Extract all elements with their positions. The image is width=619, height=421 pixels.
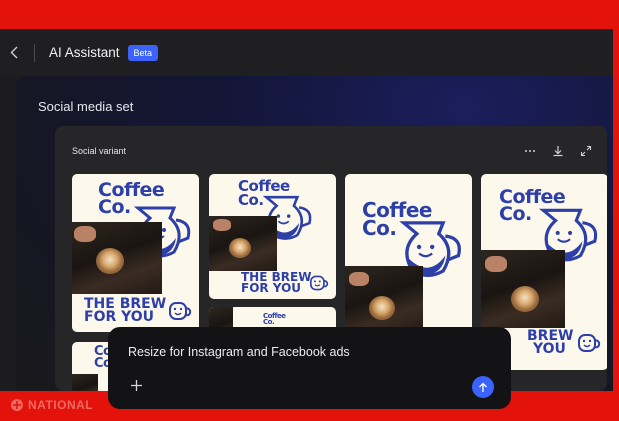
download-icon[interactable] — [551, 144, 565, 158]
expand-icon[interactable] — [579, 144, 593, 158]
card-2-tagline: THE BREW FOR YOU — [241, 270, 312, 296]
header-divider — [34, 43, 35, 62]
smiling-mug-icon — [310, 275, 329, 291]
variant-card-1[interactable]: Coffee Co. THE BREW FOR YOU — [72, 174, 199, 332]
barista-photo — [209, 216, 277, 271]
barista-photo — [72, 374, 98, 391]
variant-card-3[interactable]: Coffee Co. — [345, 174, 472, 334]
app-header: AI Assistant Beta — [0, 29, 613, 76]
barista-photo — [345, 266, 423, 334]
watermark: NATIONAL — [10, 398, 93, 412]
card-4-tagline: BREW YOU — [527, 328, 574, 358]
more-options-icon[interactable] — [523, 144, 537, 158]
beta-badge: Beta — [127, 44, 159, 61]
card-5-brand: Coffee Co. — [263, 312, 286, 327]
barista-photo — [481, 250, 565, 328]
arrow-up-icon — [479, 382, 487, 392]
watermark-logo-icon — [11, 399, 23, 411]
variant-title: Social variant — [72, 146, 127, 156]
red-frame-top — [0, 0, 619, 29]
page-title: AI Assistant — [49, 45, 120, 60]
watermark-text: NATIONAL — [28, 398, 94, 412]
card-1-tagline: THE BREW FOR YOU — [84, 296, 167, 326]
smiling-mug-icon — [578, 334, 601, 352]
add-attachment-icon[interactable] — [128, 377, 144, 393]
smiling-mug-icon — [169, 302, 192, 320]
panel-actions — [523, 144, 593, 158]
send-button[interactable] — [472, 376, 494, 398]
variant-card-2[interactable]: Coffee Co. THE BREW FOR YOU — [209, 174, 336, 299]
prompt-input[interactable] — [128, 345, 488, 359]
red-frame-right — [613, 29, 619, 391]
prompt-box — [108, 327, 511, 409]
barista-photo — [72, 222, 162, 294]
set-title: Social media set — [38, 99, 134, 114]
chevron-left-icon[interactable] — [4, 43, 24, 63]
